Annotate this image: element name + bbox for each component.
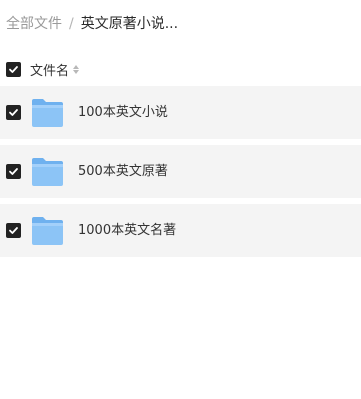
breadcrumb-current-folder: 英文原著小说... [80,16,179,32]
checkmark-icon [9,109,18,116]
folder-icon [32,217,63,245]
file-list-header: 文件名 [6,58,80,80]
file-row[interactable]: 1000本英文名著 [0,204,361,257]
file-row[interactable]: 500本英文原著 [0,145,361,198]
breadcrumb-separator: / [69,16,74,32]
folder-icon [32,158,63,186]
checkmark-icon [9,65,18,73]
file-list: 100本英文小说 500本英文原著 1000本英文名著 [0,86,361,263]
file-row[interactable]: 100本英文小说 [0,86,361,139]
breadcrumb: 全部文件 / 英文原著小说... [6,13,178,35]
select-all-checkbox[interactable] [6,61,21,77]
sort-icon[interactable] [73,64,80,74]
row-checkbox[interactable] [6,223,21,238]
row-checkbox[interactable] [6,164,21,179]
file-name[interactable]: 1000本英文名著 [78,221,176,241]
row-checkbox[interactable] [6,105,21,120]
checkmark-icon [9,168,18,175]
column-header-filename[interactable]: 文件名 [30,60,69,79]
checkmark-icon [9,227,18,234]
breadcrumb-all-files-link[interactable]: 全部文件 [6,13,62,35]
file-name[interactable]: 100本英文小说 [78,103,168,123]
file-name[interactable]: 500本英文原著 [78,162,168,182]
folder-icon [32,99,63,127]
